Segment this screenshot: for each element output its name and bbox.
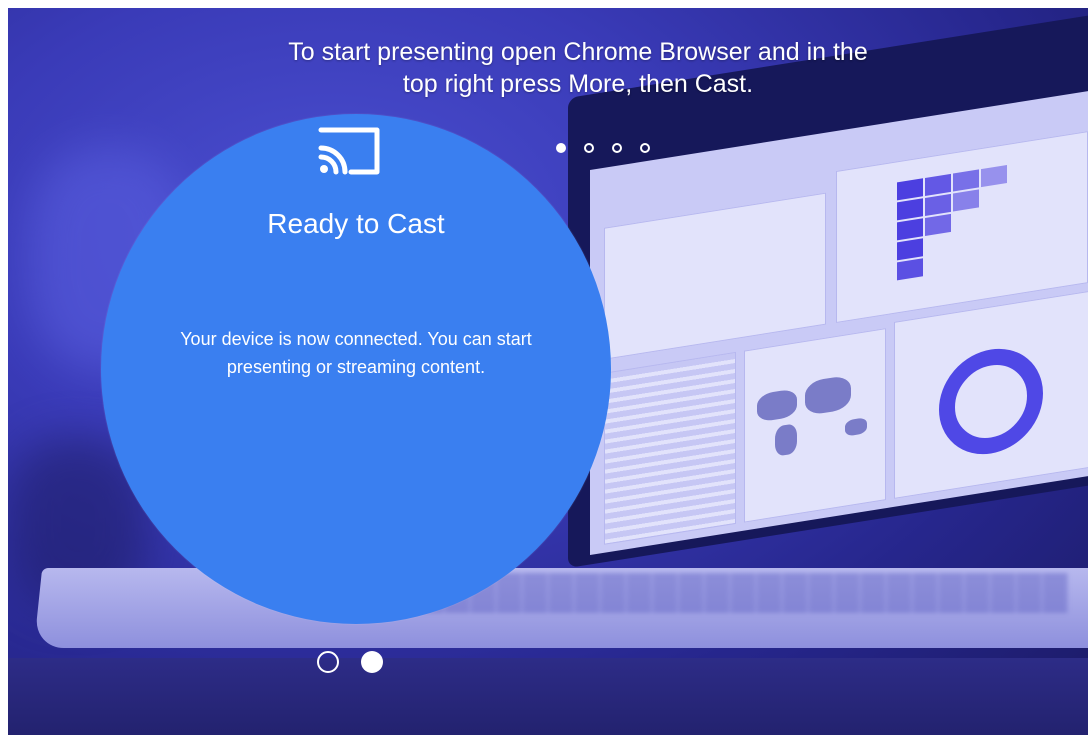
page-dot xyxy=(612,143,622,153)
heatmap-cell xyxy=(897,198,923,221)
background-stage: To start presenting open Chrome Browser … xyxy=(8,8,1088,735)
cast-icon xyxy=(318,127,380,175)
screen-page-dot-active[interactable] xyxy=(361,651,383,673)
cast-instruction-line2: top right press More, then Cast. xyxy=(402,70,754,98)
page-dot-active xyxy=(556,143,566,153)
heatmap-cell xyxy=(953,169,979,192)
heatmap-cell xyxy=(897,238,923,261)
dashboard-map-card xyxy=(744,328,886,523)
instruction-page-indicator xyxy=(556,143,650,153)
heatmap-cell xyxy=(925,213,951,236)
heatmap-cell xyxy=(897,178,923,201)
dashboard-heatmap-card xyxy=(836,131,1088,324)
map-landmass xyxy=(805,374,851,416)
heatmap-cell xyxy=(953,189,979,212)
dashboard-donut-card xyxy=(894,290,1088,499)
map-landmass xyxy=(775,423,797,457)
heatmap-cell xyxy=(981,164,1007,188)
cast-instruction: To start presenting open Chrome Browser … xyxy=(208,36,948,100)
screen-page-indicator xyxy=(317,651,383,673)
heatmap-cell xyxy=(897,218,923,241)
description-line2: presenting or streaming content. xyxy=(226,357,486,377)
screen-page-dot[interactable] xyxy=(317,651,339,673)
cast-instruction-line1: To start presenting open Chrome Browser … xyxy=(288,38,868,66)
description-line1: Your device is now connected. You can st… xyxy=(180,329,532,349)
desk-surface xyxy=(8,658,1088,735)
laptop-display xyxy=(590,89,1088,555)
heatmap-cell xyxy=(925,193,951,216)
heatmap-cell xyxy=(897,258,923,281)
donut-chart xyxy=(939,341,1043,462)
map-landmass xyxy=(845,417,867,437)
map-landmass xyxy=(757,388,797,423)
ready-to-cast-title: Ready to Cast xyxy=(267,208,445,239)
dashboard-table-card xyxy=(604,351,736,545)
ready-to-cast-description: Your device is now connected. You can st… xyxy=(126,325,586,381)
page-dot xyxy=(640,143,650,153)
dashboard-line-chart xyxy=(604,192,826,360)
page-dot xyxy=(584,143,594,153)
heatmap-cell xyxy=(925,173,951,196)
